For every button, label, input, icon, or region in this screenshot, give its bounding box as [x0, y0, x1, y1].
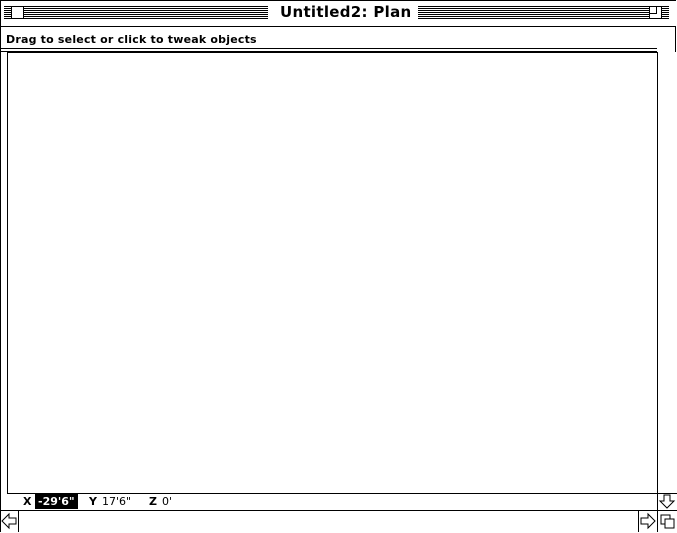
instruction-text: Drag to select or click to tweak objects: [6, 33, 257, 46]
coordinate-bar: X -29'6" Y 17'6" Z 0': [7, 493, 657, 510]
z-coord-value[interactable]: 0': [162, 494, 172, 509]
title-bar[interactable]: Untitled2: Plan: [1, 1, 676, 27]
plan-window: Untitled2: Plan Drag to select or click …: [0, 0, 677, 532]
y-coord-label: Y: [89, 495, 97, 508]
vertical-scrollbar[interactable]: [657, 52, 677, 510]
plan-canvas[interactable]: [7, 52, 657, 493]
zoom-box-icon[interactable]: [649, 6, 662, 19]
z-coord-label: Z: [149, 495, 157, 508]
x-coord-value[interactable]: -29'6": [35, 494, 78, 509]
arrow-down-icon[interactable]: [658, 493, 677, 509]
y-coord-value[interactable]: 17'6": [102, 494, 131, 509]
title-stripes-right: [406, 6, 669, 19]
divider-line: [1, 48, 657, 49]
close-box-icon[interactable]: [11, 6, 24, 19]
window-title: Untitled2: Plan: [274, 3, 418, 21]
grow-box-icon[interactable]: [657, 510, 677, 532]
arrow-right-icon[interactable]: [638, 511, 657, 532]
horizontal-scrollbar[interactable]: [1, 510, 657, 532]
title-stripes-left: [4, 6, 268, 19]
x-coord-label: X: [23, 495, 32, 508]
arrow-left-icon[interactable]: [1, 511, 19, 532]
instruction-bar: Drag to select or click to tweak objects: [1, 28, 657, 50]
